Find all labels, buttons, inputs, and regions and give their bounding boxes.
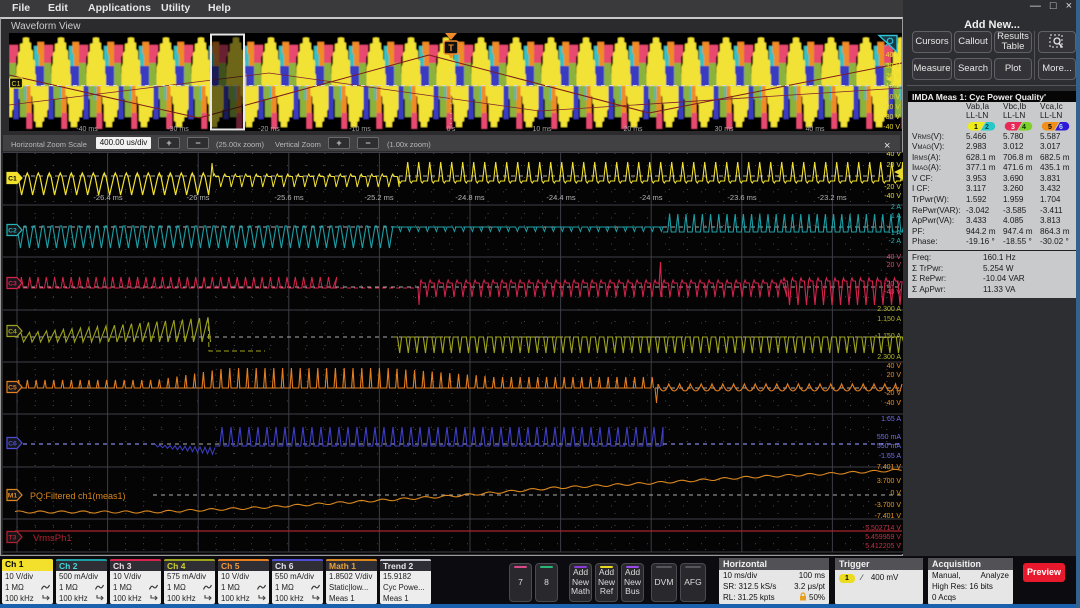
svg-text:1 A: 1 A <box>891 213 901 220</box>
svg-text:T: T <box>448 43 454 53</box>
svg-text:-24 ms: -24 ms <box>640 193 663 202</box>
svg-text:1.150 A: 1.150 A <box>877 316 901 323</box>
svg-text:-10 ms: -10 ms <box>349 126 371 131</box>
svg-text:-1.65 A: -1.65 A <box>879 453 902 460</box>
svg-text:20 V: 20 V <box>887 262 902 269</box>
svg-text:1: 1 <box>974 124 978 131</box>
svg-text:C5: C5 <box>8 385 17 392</box>
svg-text:10 ms: 10 ms <box>532 126 552 131</box>
svg-text:-20 V: -20 V <box>884 390 901 397</box>
svg-text:20 V: 20 V <box>887 372 902 379</box>
svg-text:20 V: 20 V <box>887 162 902 169</box>
svg-text:-40 ms: -40 ms <box>76 126 98 131</box>
svg-text:20 ms: 20 ms <box>623 126 643 131</box>
svg-text:2: 2 <box>985 124 989 131</box>
svg-text:10 V: 10 V <box>886 83 901 90</box>
svg-text:5: 5 <box>1048 124 1052 131</box>
svg-text:3: 3 <box>1011 124 1015 131</box>
svg-text:-20 ms: -20 ms <box>258 126 280 131</box>
svg-text:2.300 A: 2.300 A <box>877 354 901 361</box>
svg-text:T3: T3 <box>9 535 17 542</box>
svg-text:-20 V: -20 V <box>884 184 901 191</box>
svg-text:-24.8 ms: -24.8 ms <box>455 193 484 202</box>
svg-text:C2: C2 <box>8 228 17 235</box>
svg-text:40 V: 40 V <box>887 363 902 370</box>
svg-text:5.459959 V: 5.459959 V <box>865 534 901 541</box>
svg-text:C1: C1 <box>8 176 17 183</box>
svg-text:-30 ms: -30 ms <box>167 126 189 131</box>
svg-text:-30 V: -30 V <box>883 114 900 121</box>
svg-text:5.412205 V: 5.412205 V <box>865 543 901 550</box>
svg-text:C3: C3 <box>8 281 17 288</box>
svg-text:-25.2 ms: -25.2 ms <box>364 193 393 202</box>
svg-text:-25.6 ms: -25.6 ms <box>274 193 303 202</box>
svg-text:-1.150 A: -1.150 A <box>875 333 901 340</box>
svg-text:PQ:Filtered ch1(meas1): PQ:Filtered ch1(meas1) <box>30 491 126 501</box>
svg-text:-40 V: -40 V <box>883 124 900 131</box>
svg-text:7.401 V: 7.401 V <box>877 464 901 471</box>
svg-text:-1 A: -1 A <box>889 230 902 237</box>
svg-text:2.300 A: 2.300 A <box>877 306 901 313</box>
svg-text:40 V: 40 V <box>887 152 902 158</box>
svg-text:4: 4 <box>1022 124 1026 131</box>
svg-text:30 V: 30 V <box>886 63 901 70</box>
svg-text:550 mA: 550 mA <box>877 434 901 441</box>
svg-text:-7.401 V: -7.401 V <box>875 513 902 520</box>
svg-text:M1: M1 <box>8 493 18 500</box>
svg-text:-40 V: -40 V <box>884 400 901 407</box>
svg-text:40 V: 40 V <box>886 52 901 59</box>
svg-text:3.700 V: 3.700 V <box>877 478 901 485</box>
svg-text:-3.700 V: -3.700 V <box>875 502 902 509</box>
svg-text:6: 6 <box>1059 124 1063 131</box>
svg-text:-26.4 ms: -26.4 ms <box>93 193 122 202</box>
svg-text:5.502714 V: 5.502714 V <box>865 525 901 532</box>
svg-text:-20 V: -20 V <box>884 281 901 288</box>
svg-text:-40 V: -40 V <box>884 193 901 200</box>
svg-text:C1: C1 <box>12 81 21 88</box>
svg-text:2 A: 2 A <box>891 204 901 211</box>
svg-text:0 V: 0 V <box>890 490 901 497</box>
svg-text:1.65 A: 1.65 A <box>881 416 901 423</box>
svg-text:-24.4 ms: -24.4 ms <box>546 193 575 202</box>
svg-text:-20 V: -20 V <box>883 104 900 111</box>
svg-text:-23.2 ms: -23.2 ms <box>817 193 846 202</box>
svg-text:-2 A: -2 A <box>889 238 902 245</box>
svg-text:-23.6 ms: -23.6 ms <box>727 193 756 202</box>
svg-text:-40 V: -40 V <box>884 289 901 296</box>
svg-text:40 V: 40 V <box>887 254 902 261</box>
svg-text:550 mA: 550 mA <box>877 443 901 450</box>
svg-text:0's: 0's <box>447 126 456 131</box>
svg-text:C6: C6 <box>8 441 17 448</box>
svg-text:C4: C4 <box>8 329 17 336</box>
svg-text:40 ms: 40 ms <box>805 126 825 131</box>
svg-text:VrmsPh1: VrmsPh1 <box>33 533 72 544</box>
svg-text:-10 V: -10 V <box>883 94 900 101</box>
svg-text:30 ms: 30 ms <box>714 126 734 131</box>
